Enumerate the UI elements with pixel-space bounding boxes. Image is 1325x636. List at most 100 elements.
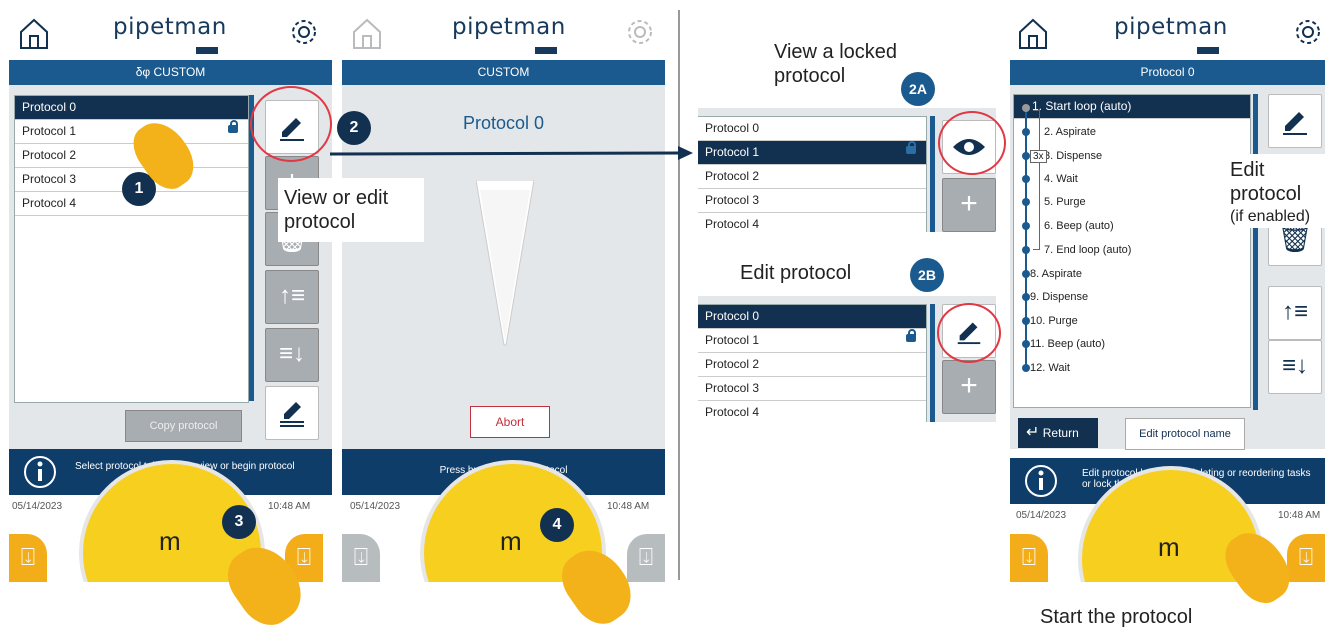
step-item[interactable]: 5. Purge [1044,196,1086,208]
step-item[interactable]: 7. End loop (auto) [1044,244,1131,256]
step-dot [1022,246,1030,254]
list-item[interactable]: Protocol 1 [698,329,926,353]
list-item[interactable]: 1. Start loop (auto) [1014,95,1250,119]
loop-count: 3x [1030,150,1047,163]
scrollbar[interactable] [1253,94,1258,410]
edit-name-button[interactable]: Edit protocol name [1125,418,1245,450]
knob-label: m [500,526,522,556]
scrollbar[interactable] [249,95,254,401]
list-item[interactable]: Protocol 0 [698,305,926,329]
step-item[interactable]: 2. Aspirate [1044,126,1096,138]
time-label: 10:48 AM [1278,510,1321,521]
step-item[interactable]: 9. Dispense [1030,291,1088,303]
knob-label: m [1158,532,1180,562]
time-label: 10:48 AM [607,501,650,512]
protocol-title: Protocol 0 [462,113,545,133]
left-tip-button[interactable]: ⍗ [342,534,380,582]
scrollbar[interactable] [930,304,935,422]
protocol-list: Protocol 0 Protocol 1 Protocol 2 Protoco… [698,116,927,232]
rename-button[interactable] [265,386,319,440]
list-item[interactable]: Protocol 3 [698,189,926,213]
highlight-circle [938,111,1006,175]
list-item[interactable]: Protocol 1 [15,120,248,144]
header-bar: Protocol 0 [1010,60,1325,85]
loop-bracket [1033,110,1040,250]
pencil-icon [1283,112,1307,135]
step-dot [1022,317,1030,325]
list-item[interactable]: Protocol 4 [698,213,926,232]
step-dot [1022,198,1030,206]
step-badge-4: 4 [540,508,574,542]
lock-icon [228,120,238,133]
home-icon[interactable] [19,18,49,50]
step-item[interactable]: 8. Aspirate [1030,268,1082,280]
step-dot [1022,364,1030,372]
brand-tag [196,47,218,54]
list-item[interactable]: Protocol 2 [698,165,926,189]
header-bar: CUSTOM [342,60,665,85]
step-item[interactable]: 6. Beep (auto) [1044,220,1114,232]
date-label: 05/14/2023 [1016,510,1067,521]
info-icon [1025,465,1057,497]
abort-button[interactable]: Abort [470,406,550,438]
step-dot [1022,128,1030,136]
protocol-list: Protocol 0 Protocol 1 Protocol 2 Protoco… [14,95,249,403]
list-item[interactable]: Protocol 0 [698,117,926,141]
left-tip-button[interactable]: ⍗ [1010,534,1048,582]
step-dot [1022,222,1030,230]
date-label: 05/14/2023 [12,501,63,512]
step-item[interactable]: 12. Wait [1030,362,1070,374]
highlight-circle [937,303,1001,363]
knob-label: m [159,526,181,556]
add-button[interactable]: + [942,360,996,414]
badge-2b: 2B [910,258,944,292]
list-item[interactable]: Protocol 2 [15,144,248,168]
return-button[interactable]: ↵ Return [1018,418,1098,448]
step-item[interactable]: 3. Dispense [1044,150,1102,162]
right-tip-button[interactable]: ⍗ [1287,534,1325,582]
gear-icon[interactable] [1293,17,1323,47]
screen-protocol-run: pipetman CUSTOM Protocol 0 Abort Press b… [342,0,665,582]
brand-logo: pipetman [113,14,227,40]
step-dot [1022,152,1030,160]
pencil-lines-icon [280,402,304,427]
edit-protocol-caption: Edit protocol [1230,159,1302,205]
copy-protocol-button[interactable]: Copy protocol [125,410,242,442]
step-badge-3: 3 [222,505,256,539]
protocol-list: Protocol 0 Protocol 1 Protocol 2 Protoco… [698,304,927,422]
move-up-button[interactable]: ↑≡ [1268,286,1322,340]
step-dot [1022,293,1030,301]
step-badge-2: 2 [337,111,371,145]
loop-line [1025,106,1027,366]
list-item[interactable]: Protocol 2 [698,353,926,377]
pipette-tip-icon [476,180,534,346]
brand-tag [1197,47,1219,54]
list-item[interactable]: Protocol 1 [698,141,926,165]
right-tip-button[interactable]: ⍗ [627,534,665,582]
list-item[interactable]: Protocol 3 [698,377,926,401]
if-enabled-caption: (if enabled) [1230,208,1311,225]
move-up-button[interactable]: ↑≡ [265,270,319,324]
brand-logo: pipetman [1114,14,1228,40]
edit-button[interactable] [1268,94,1322,148]
list-item[interactable]: Protocol 0 [15,96,248,120]
step-item[interactable]: 10. Purge [1030,315,1078,327]
badge-2a: 2A [901,72,935,106]
left-tip-button[interactable]: ⍗ [9,534,47,582]
step-item[interactable]: 4. Wait [1044,173,1078,185]
move-down-button[interactable]: ≡↓ [265,328,319,382]
gear-icon[interactable] [289,17,319,47]
move-down-button[interactable]: ≡↓ [1268,340,1322,394]
step-dot [1022,340,1030,348]
screen-protocol-edit: pipetman Protocol 0 1. Start loop (auto)… [1010,0,1325,582]
step-dot [1022,104,1030,112]
start-protocol-caption: Start the protocol [1040,606,1193,628]
home-icon [353,18,381,49]
header-bar: δφ CUSTOM [9,60,332,85]
step-item[interactable]: 11. Beep (auto) [1030,338,1105,350]
home-icon[interactable] [1018,18,1048,50]
scrollbar[interactable] [930,116,935,232]
info-icon [24,456,56,488]
list-item[interactable]: Protocol 4 [698,401,926,422]
add-button[interactable]: + [942,178,996,232]
